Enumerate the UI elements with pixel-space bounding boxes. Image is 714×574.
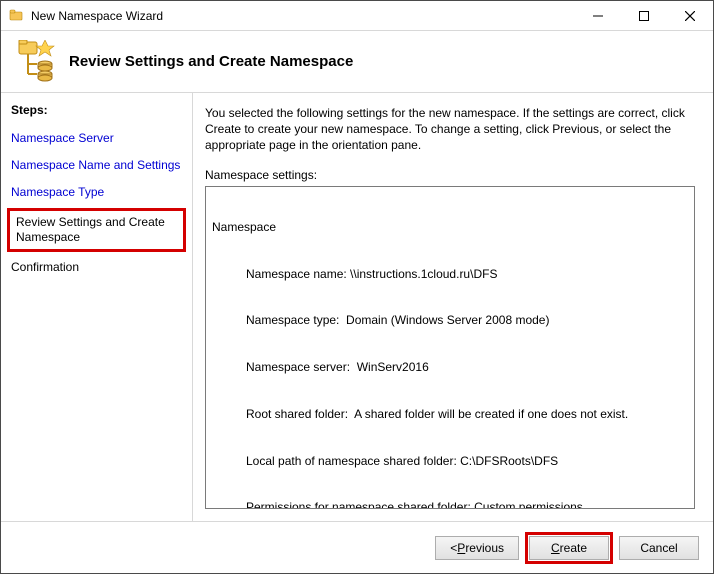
settings-group-header: Namespace (212, 220, 688, 236)
settings-line: Local path of namespace shared folder: C… (212, 454, 688, 470)
step-review-settings[interactable]: Review Settings and Create Namespace (7, 208, 186, 252)
step-confirmation: Confirmation (1, 254, 192, 281)
title-bar: New Namespace Wizard (1, 1, 713, 31)
window-controls (575, 1, 713, 30)
page-title: Review Settings and Create Namespace (69, 53, 353, 70)
settings-line: Root shared folder: A shared folder will… (212, 407, 688, 423)
maximize-button[interactable] (621, 1, 667, 30)
settings-line: Namespace type: Domain (Windows Server 2… (212, 313, 688, 329)
create-button[interactable]: Create (529, 536, 609, 560)
steps-heading: Steps: (1, 101, 192, 125)
settings-line: Namespace name: \\instructions.1cloud.ru… (212, 267, 688, 283)
previous-button[interactable]: < Previous (435, 536, 519, 560)
wizard-body: Steps: Namespace Server Namespace Name a… (1, 93, 713, 521)
window-title: New Namespace Wizard (31, 9, 575, 23)
settings-label: Namespace settings: (205, 168, 695, 182)
cancel-button[interactable]: Cancel (619, 536, 699, 560)
main-panel: You selected the following settings for … (193, 93, 713, 521)
step-namespace-type[interactable]: Namespace Type (1, 179, 192, 206)
step-namespace-name-settings[interactable]: Namespace Name and Settings (1, 152, 192, 179)
close-button[interactable] (667, 1, 713, 30)
app-icon (9, 8, 25, 24)
settings-line: Namespace server: WinServ2016 (212, 360, 688, 376)
minimize-button[interactable] (575, 1, 621, 30)
wizard-footer: < Previous Create Cancel (1, 521, 713, 573)
settings-line: Permissions for namespace shared folder:… (212, 500, 688, 509)
wizard-window: New Namespace Wizard (0, 0, 714, 574)
namespace-wizard-icon (15, 40, 59, 84)
steps-sidebar: Steps: Namespace Server Namespace Name a… (1, 93, 193, 521)
intro-text: You selected the following settings for … (205, 105, 695, 154)
wizard-header: Review Settings and Create Namespace (1, 31, 713, 93)
step-namespace-server[interactable]: Namespace Server (1, 125, 192, 152)
namespace-settings-box[interactable]: Namespace Namespace name: \\instructions… (205, 186, 695, 509)
